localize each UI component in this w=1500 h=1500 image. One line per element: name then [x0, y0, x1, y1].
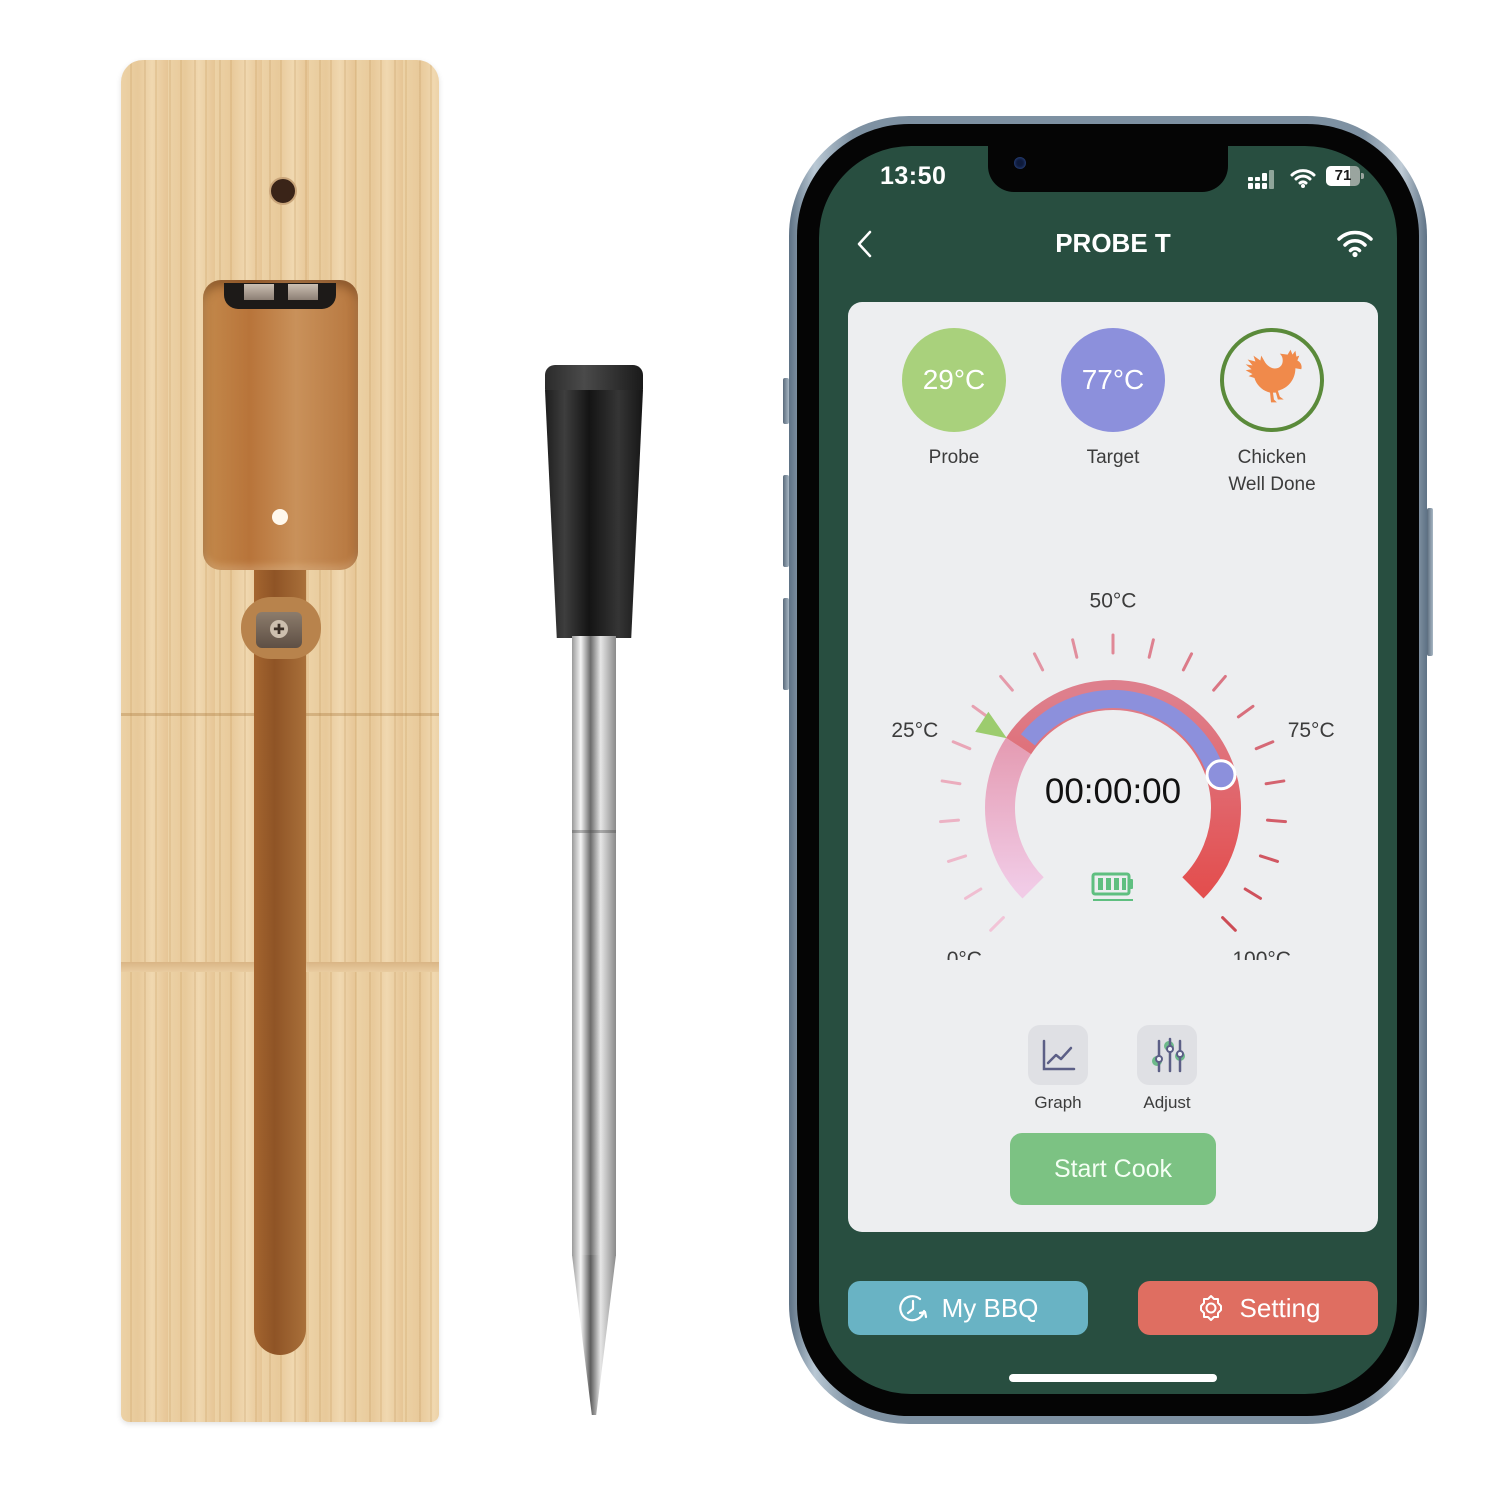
meat-preset-bubble[interactable] — [1220, 328, 1324, 432]
gauge-tick — [1243, 887, 1263, 900]
phone-volume-up-button — [783, 475, 789, 567]
screw-icon: ✚ — [270, 620, 288, 638]
graph-label: Graph — [1034, 1093, 1082, 1112]
chevron-left-icon — [857, 230, 872, 258]
gauge-tick — [951, 740, 972, 751]
target-temp-label: Target — [1086, 447, 1140, 468]
gauge-tick — [971, 704, 990, 719]
my-bbq-label: My BBQ — [941, 1292, 1039, 1323]
target-temp-stat[interactable]: 77°C Target — [1043, 328, 1183, 471]
base-probe-pocket — [203, 280, 358, 570]
cellular-signal-icon — [1248, 170, 1274, 189]
probe-temp-value: 29°C — [922, 364, 986, 395]
battery-full-icon — [1091, 872, 1133, 901]
phone-volume-down-button — [783, 598, 789, 690]
charging-contact — [244, 284, 274, 300]
meat-preset-label: Chicken Well Done — [1202, 444, 1342, 498]
base-indicator-light — [269, 177, 297, 205]
battery-nub — [1361, 173, 1364, 179]
probe-temp-bubble: 29°C — [902, 328, 1006, 432]
probe-temp-marker — [975, 711, 1007, 739]
target-temp-bubble[interactable]: 77°C — [1061, 328, 1165, 432]
battery-percent: 71 — [1334, 167, 1352, 184]
gauge-tick — [940, 779, 962, 786]
gauge-tick — [1258, 854, 1280, 863]
back-button[interactable] — [850, 226, 880, 262]
page-title: PROBE T — [1055, 228, 1171, 258]
probe-handle — [545, 390, 643, 638]
gear-icon — [1199, 1295, 1222, 1321]
adjust-button[interactable]: Adjust — [1127, 1025, 1207, 1113]
start-cook-button[interactable]: Start Cook — [1010, 1133, 1216, 1205]
my-bbq-button[interactable]: My BBQ — [848, 1281, 1088, 1335]
phone-power-button — [1427, 508, 1433, 656]
setting-button[interactable]: Setting — [1138, 1281, 1378, 1335]
gauge-tick — [1147, 638, 1155, 659]
gauge-label-100: 100°C — [1232, 948, 1291, 960]
wifi-status-icon — [1290, 169, 1316, 188]
history-clock-icon — [898, 1295, 927, 1322]
gauge-tick — [1032, 652, 1045, 672]
setting-label: Setting — [1239, 1292, 1321, 1323]
gauge-tick — [946, 854, 968, 863]
meat-preset-stat[interactable]: Chicken Well Done — [1202, 328, 1342, 498]
base-probe-channel — [254, 570, 306, 1355]
gauge-label-25: 25°C — [891, 719, 938, 742]
sliders-icon — [1152, 1037, 1185, 1073]
gauge-tick — [1254, 740, 1275, 751]
adjust-label: Adjust — [1143, 1093, 1191, 1112]
home-indicator[interactable] — [1009, 1374, 1217, 1382]
temperature-gauge: 0°C 25°C 50°C 75°C 100°C 00:00:00 — [891, 589, 1335, 960]
gauge-tick — [999, 674, 1014, 692]
probe-temp-stat: 29°C Probe — [884, 328, 1024, 471]
base-magnet-pin — [272, 509, 288, 525]
meat-type-label: Chicken — [1237, 447, 1307, 468]
target-temp-handle[interactable] — [1205, 759, 1237, 791]
gauge-label-0: 0°C — [947, 948, 982, 960]
gauge-tick — [1221, 916, 1237, 932]
status-time: 13:50 — [880, 162, 947, 190]
gauge-label-50: 50°C — [1090, 589, 1137, 612]
probe-joint — [572, 830, 616, 833]
base-charging-clip — [224, 283, 336, 309]
front-camera — [1014, 157, 1026, 169]
adjust-tile[interactable] — [1137, 1025, 1197, 1085]
connection-button[interactable] — [1336, 228, 1374, 258]
gauge-tick — [1071, 638, 1079, 659]
gauge-tick — [1181, 652, 1194, 672]
gauge-tick — [1212, 674, 1227, 692]
probe-cap — [545, 365, 643, 391]
battery-status-icon: 71 — [1326, 166, 1366, 188]
graph-button[interactable]: Graph — [1018, 1025, 1098, 1113]
graph-tile[interactable] — [1028, 1025, 1088, 1085]
gauge-tick — [989, 916, 1005, 932]
line-chart-icon — [1042, 1039, 1076, 1071]
gauge-label-75: 75°C — [1288, 719, 1335, 742]
phone-action-button — [783, 378, 789, 424]
cook-timer: 00:00:00 — [1045, 772, 1181, 811]
gauge-arc-cool — [985, 737, 1044, 899]
gauge-tick — [1266, 818, 1287, 824]
probe-tip — [572, 1255, 616, 1415]
probe-temp-label: Probe — [928, 447, 980, 468]
rooster-icon — [1245, 349, 1302, 403]
gauge-tick — [963, 887, 983, 900]
target-temp-value: 77°C — [1081, 364, 1145, 395]
gauge-tick — [939, 818, 960, 824]
gauge-tick — [1264, 779, 1286, 786]
charging-contact — [288, 284, 318, 300]
probe-rod — [572, 636, 616, 1256]
doneness-label: Well Done — [1228, 474, 1316, 495]
wifi-icon — [1337, 230, 1373, 258]
gauge-tick — [1236, 704, 1255, 719]
